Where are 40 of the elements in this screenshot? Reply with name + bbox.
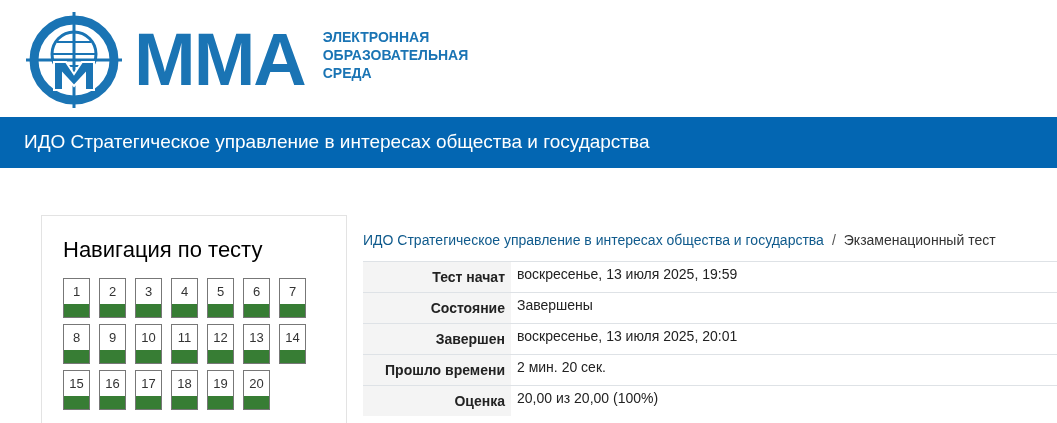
summary-label: Оценка [363,385,511,416]
question-button[interactable]: 18 [171,370,198,410]
globe-emblem-icon [24,9,124,110]
question-button[interactable]: 20 [243,370,270,410]
question-button[interactable]: 19 [207,370,234,410]
question-button[interactable]: 7 [279,278,306,318]
summary-value: Завершены [511,292,1057,324]
question-button[interactable]: 11 [171,324,198,364]
breadcrumb-current: Экзаменационный тест [843,230,996,250]
summary-value: 20,00 из 20,00 (100%) [511,385,1057,416]
summary-label: Завершен [363,323,511,355]
question-button[interactable]: 15 [63,370,90,410]
panel-title: Навигация по тесту [63,236,264,264]
summary-label: Тест начат [363,261,511,293]
summary-label: Прошло времени [363,354,511,386]
question-button[interactable]: 2 [99,278,126,318]
logo-tagline: СРЕДА [322,63,373,82]
question-button[interactable]: 6 [243,278,270,318]
question-button[interactable]: 3 [135,278,162,318]
question-button[interactable]: 5 [207,278,234,318]
breadcrumb-link[interactable]: ИДО Стратегическое управление в интересах общества и государства [363,229,824,251]
breadcrumb-separator: / [831,230,836,250]
summary-value: воскресенье, 13 июля 2025, 19:59 [511,261,1057,293]
question-button[interactable]: 4 [171,278,198,318]
logo-tagline: ОБРАЗОВАТЕЛЬНАЯ [322,45,469,64]
question-button[interactable]: 1 [63,278,90,318]
summary-label: Состояние [363,292,511,324]
summary-value: 2 мин. 20 сек. [511,354,1057,386]
logo-wordmark: ММА [134,22,305,97]
question-button[interactable]: 17 [135,370,162,410]
course-title: ИДО Стратегическое управление в интересах общества и государства [24,130,650,155]
question-button[interactable]: 13 [243,324,270,364]
question-button[interactable]: 10 [135,324,162,364]
question-button[interactable]: 9 [99,324,126,364]
question-button[interactable]: 14 [279,324,306,364]
question-button[interactable]: 16 [99,370,126,410]
logo-tagline: ЭЛЕКТРОННАЯ [322,27,431,46]
question-button[interactable]: 12 [207,324,234,364]
summary-value: воскресенье, 13 июля 2025, 20:01 [511,323,1057,355]
question-button[interactable]: 8 [63,324,90,364]
